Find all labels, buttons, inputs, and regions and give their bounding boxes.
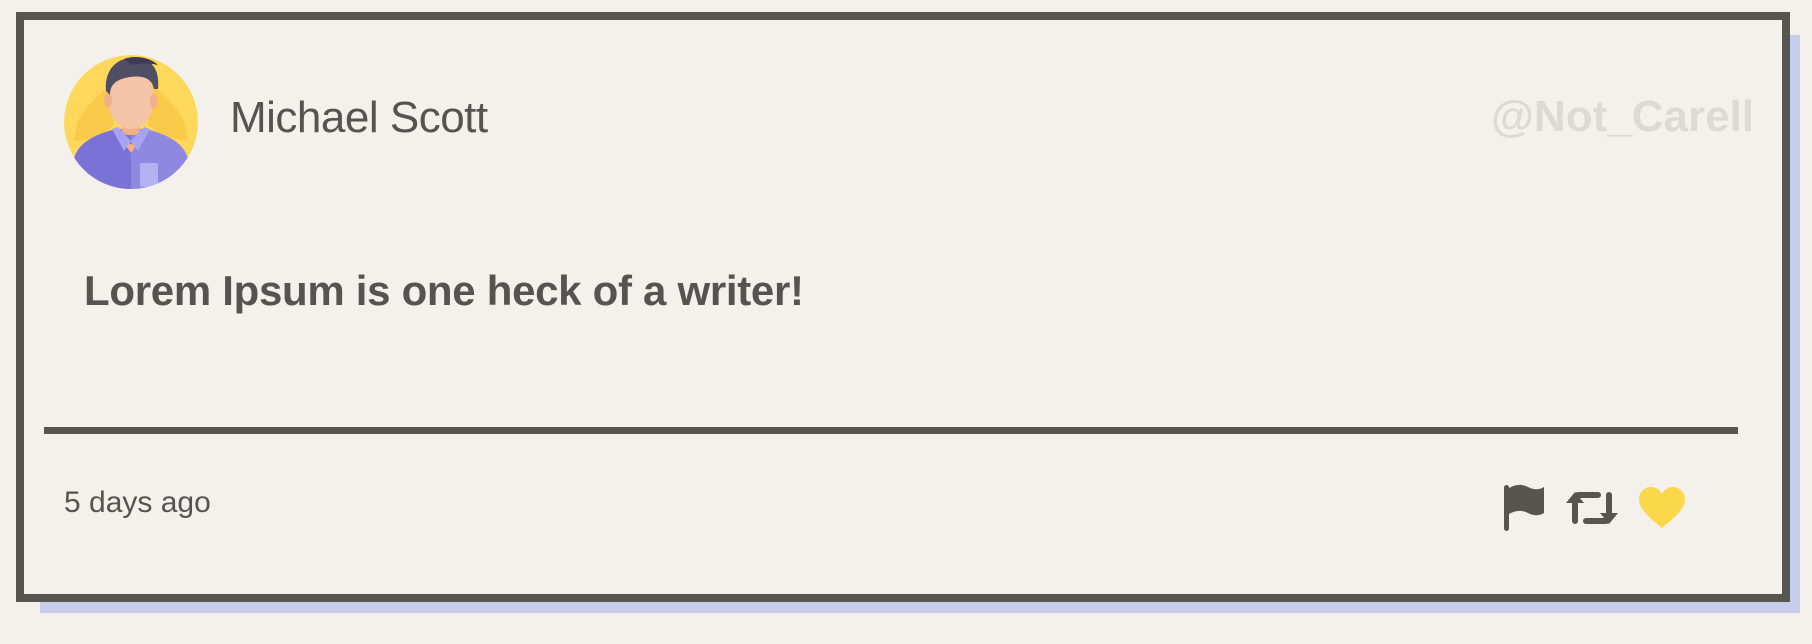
like-button[interactable] — [1636, 482, 1688, 534]
flag-button[interactable] — [1500, 482, 1548, 534]
post-message: Lorem Ipsum is one heck of a writer! — [84, 267, 804, 314]
avatar[interactable] — [64, 55, 198, 189]
author-handle[interactable]: @Not_Carell — [1491, 92, 1754, 142]
retweet-button[interactable] — [1564, 482, 1620, 534]
post-timestamp: 5 days ago — [64, 486, 211, 519]
heart-icon — [1639, 487, 1685, 528]
post-actions — [1500, 482, 1688, 534]
post-card: Michael Scott @Not_Carell Lorem Ipsum is… — [16, 12, 1790, 602]
avatar-icon — [64, 55, 198, 189]
divider — [44, 427, 1738, 434]
flag-icon — [1504, 484, 1544, 531]
retweet-icon — [1566, 492, 1618, 524]
post-header: Michael Scott @Not_Carell — [24, 20, 1782, 220]
author-name[interactable]: Michael Scott — [230, 93, 488, 143]
